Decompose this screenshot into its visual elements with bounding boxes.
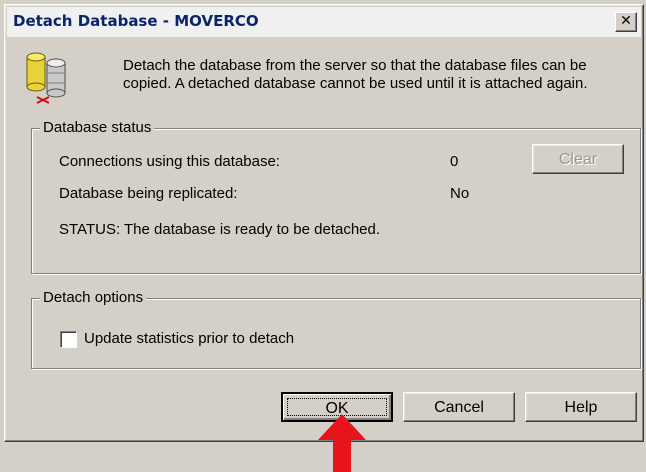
dialog-title: Detach Database - MOVERCO xyxy=(13,12,259,30)
replicated-value: No xyxy=(450,185,470,202)
connections-value: 0 xyxy=(450,153,459,170)
replicated-label: Database being replicated: xyxy=(59,185,238,202)
title-bar[interactable]: Detach Database - MOVERCO ✕ xyxy=(7,7,641,37)
detach-options-group: Detach options Update statistics prior t… xyxy=(31,289,641,369)
red-arrow-annotation xyxy=(318,414,366,472)
status-text: STATUS: The database is ready to be deta… xyxy=(59,221,381,238)
cancel-button[interactable]: Cancel xyxy=(403,392,515,422)
detach-options-legend: Detach options xyxy=(40,289,147,306)
database-detach-icon xyxy=(26,52,66,104)
database-status-legend: Database status xyxy=(40,119,155,136)
intro-text: Detach the database from the server so t… xyxy=(123,57,588,92)
help-button[interactable]: Help xyxy=(525,392,637,422)
connections-label: Connections using this database: xyxy=(59,153,280,170)
detach-database-dialog: Detach Database - MOVERCO ✕ Detach the d… xyxy=(4,4,644,442)
update-statistics-checkbox[interactable] xyxy=(60,331,77,348)
database-status-group: Database status Connections using this d… xyxy=(31,119,641,274)
clear-button[interactable]: Clear xyxy=(532,144,624,174)
update-statistics-label[interactable]: Update statistics prior to detach xyxy=(84,330,294,347)
close-button[interactable]: ✕ xyxy=(615,12,637,32)
